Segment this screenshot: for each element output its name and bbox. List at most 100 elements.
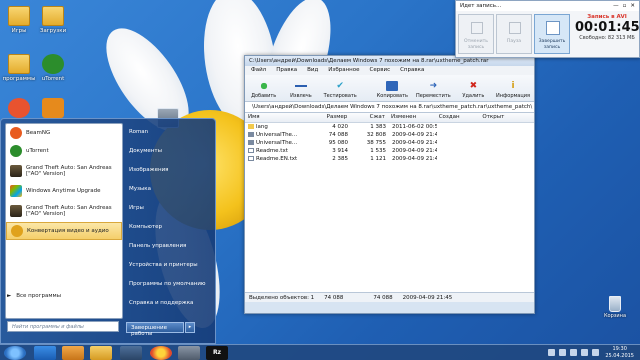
- link-games[interactable]: Игры: [129, 199, 213, 218]
- table-row[interactable]: UniversalThe... 74 088 32 808 2009-04-09…: [245, 131, 534, 139]
- folder-icon: [8, 54, 30, 74]
- program-item[interactable]: BeamNG: [6, 124, 122, 142]
- status-date: 2009-04-09 21:45: [402, 294, 453, 301]
- file-packed: 1 535: [370, 148, 386, 154]
- menu-tools[interactable]: Сервис: [370, 67, 391, 74]
- menu-view[interactable]: Вид: [307, 67, 318, 74]
- minus-icon: [294, 81, 307, 91]
- link-control-panel[interactable]: Панель управления: [129, 237, 213, 256]
- recorder-info: Запись в AVI 00:01:45 Свободно: 82 313 М…: [575, 14, 640, 41]
- all-programs-label: Все программы: [16, 293, 62, 299]
- pause-button[interactable]: Пауза: [496, 14, 532, 54]
- program-item[interactable]: Windows Anytime Upgrade: [6, 182, 122, 200]
- column-modified[interactable]: Изменен: [388, 113, 436, 122]
- start-button-icon[interactable]: [4, 346, 26, 360]
- file-icon: [248, 140, 254, 145]
- pause-icon: [509, 22, 521, 34]
- file-icon: [248, 132, 254, 137]
- add-button[interactable]: Добавить: [249, 81, 278, 101]
- link-documents[interactable]: Документы: [129, 142, 213, 161]
- column-name[interactable]: Имя: [245, 113, 313, 122]
- link-devices[interactable]: Устройства и принтеры: [129, 256, 213, 275]
- column-packed[interactable]: Сжат: [350, 113, 388, 122]
- menu-file[interactable]: Файл: [251, 67, 266, 74]
- app-icon[interactable]: [178, 346, 200, 360]
- table-row[interactable]: Readme.txt 3 914 1 535 2009-04-09 21:45: [245, 147, 534, 155]
- info-label: Информация: [496, 93, 531, 99]
- status-bar: Выделено объектов: 1 74 088 74 088 2009-…: [245, 292, 534, 302]
- file-modified: 2011-06-02 00:50: [392, 124, 437, 130]
- ie-icon[interactable]: [34, 346, 56, 360]
- close-icon[interactable]: ✕: [630, 3, 635, 9]
- search-input[interactable]: Найти программы и файлы: [7, 321, 119, 332]
- chrome-icon[interactable]: [150, 346, 172, 360]
- explorer-icon[interactable]: [90, 346, 112, 360]
- cancel-recording-label: Отменить запись: [464, 39, 488, 50]
- file-packed: 1 383: [370, 124, 386, 130]
- all-programs-link[interactable]: ► Все программы: [7, 293, 61, 299]
- clock[interactable]: 19:30 25.04.2015: [605, 345, 634, 360]
- link-pictures[interactable]: Изображения: [129, 161, 213, 180]
- restore-icon[interactable]: ▫: [623, 3, 627, 9]
- program-item-highlighted[interactable]: Конвертация видео и аудио: [6, 222, 122, 240]
- copy-button[interactable]: Копировать: [377, 81, 408, 101]
- column-size[interactable]: Размер: [313, 113, 351, 122]
- info-button[interactable]: i Информация: [496, 81, 530, 101]
- extract-button[interactable]: Извлечь: [286, 81, 315, 101]
- program-item[interactable]: Grand Theft Auto: San Andreas ["AO" Vers…: [6, 200, 122, 222]
- tray-icon[interactable]: [559, 349, 566, 356]
- menu-help[interactable]: Справка: [400, 67, 424, 74]
- link-computer[interactable]: Компьютер: [129, 218, 213, 237]
- desktop-icon-label: программы: [2, 76, 36, 82]
- menu-edit[interactable]: Правка: [276, 67, 297, 74]
- minimize-icon[interactable]: —: [613, 3, 619, 9]
- cancel-recording-button[interactable]: Отменить запись: [458, 14, 494, 54]
- desktop-icon-programs[interactable]: программы: [2, 54, 36, 82]
- program-item[interactable]: uTorrent: [6, 142, 122, 160]
- desktop-icon-downloads[interactable]: Загрузки: [36, 6, 70, 34]
- file-size: 95 080: [328, 140, 348, 146]
- app-icon[interactable]: [120, 346, 142, 360]
- table-row[interactable]: UniversalThe... 95 080 38 755 2009-04-09…: [245, 139, 534, 147]
- folder-icon: [248, 124, 254, 129]
- network-icon[interactable]: [592, 349, 599, 356]
- address-path: \Users\андрей\Downloads\Делаем Windows 7…: [252, 104, 533, 110]
- volume-icon[interactable]: [581, 349, 588, 356]
- program-label: Windows Anytime Upgrade: [26, 188, 101, 194]
- program-item[interactable]: Grand Theft Auto: San Andreas ["AO" Vers…: [6, 160, 122, 182]
- test-label: Тестировать: [323, 93, 357, 99]
- bandicam-icon[interactable]: Rz: [206, 346, 228, 360]
- desktop-icon-app[interactable]: [36, 98, 70, 120]
- delete-button[interactable]: ✖ Удалить: [459, 81, 488, 101]
- column-opened[interactable]: Открыт: [479, 113, 534, 122]
- check-icon: ✔: [336, 81, 344, 91]
- shutdown-options-icon[interactable]: ▸: [185, 322, 195, 333]
- windows-icon: [10, 185, 22, 197]
- desktop-icon-games[interactable]: Игры: [2, 6, 36, 34]
- desktop-icon-recycle-bin[interactable]: Корзина: [600, 296, 630, 319]
- test-button[interactable]: ✔ Тестировать: [324, 81, 357, 101]
- menu-favorites[interactable]: Избранное: [328, 67, 359, 74]
- delete-label: Удалить: [462, 93, 485, 99]
- winrar-window: C:\Users\андрей\Downloads\Делаем Windows…: [244, 55, 535, 314]
- desktop-icon-app[interactable]: [2, 98, 36, 120]
- tray-icon[interactable]: [548, 349, 555, 356]
- move-button[interactable]: ➜ Переместить: [416, 81, 451, 101]
- desktop-icon-utorrent[interactable]: uTorrent: [36, 54, 70, 82]
- finish-recording-button[interactable]: Завершить запись: [534, 14, 570, 54]
- address-bar[interactable]: \Users\андрей\Downloads\Делаем Windows 7…: [245, 102, 534, 113]
- record-timer: 00:01:45: [575, 20, 640, 35]
- link-default-programs[interactable]: Программы по умолчанию: [129, 275, 213, 294]
- file-modified: 2009-04-09 21:45: [392, 148, 437, 154]
- table-row[interactable]: lang 4 020 1 383 2011-06-02 00:50: [245, 123, 534, 131]
- media-player-icon[interactable]: [62, 346, 84, 360]
- link-help[interactable]: Справка и поддержка: [129, 294, 213, 313]
- shutdown-button[interactable]: Завершение работы: [126, 322, 184, 337]
- link-user[interactable]: Roman: [129, 123, 213, 142]
- tray-icon[interactable]: [570, 349, 577, 356]
- beamng-icon: [10, 127, 22, 139]
- link-music[interactable]: Музыка: [129, 180, 213, 199]
- table-row[interactable]: Readme.EN.txt 2 385 1 121 2009-04-09 21:…: [245, 155, 534, 163]
- file-list-header: Имя Размер Сжат Изменен Создан Открыт: [245, 113, 534, 123]
- column-created[interactable]: Создан: [436, 113, 480, 122]
